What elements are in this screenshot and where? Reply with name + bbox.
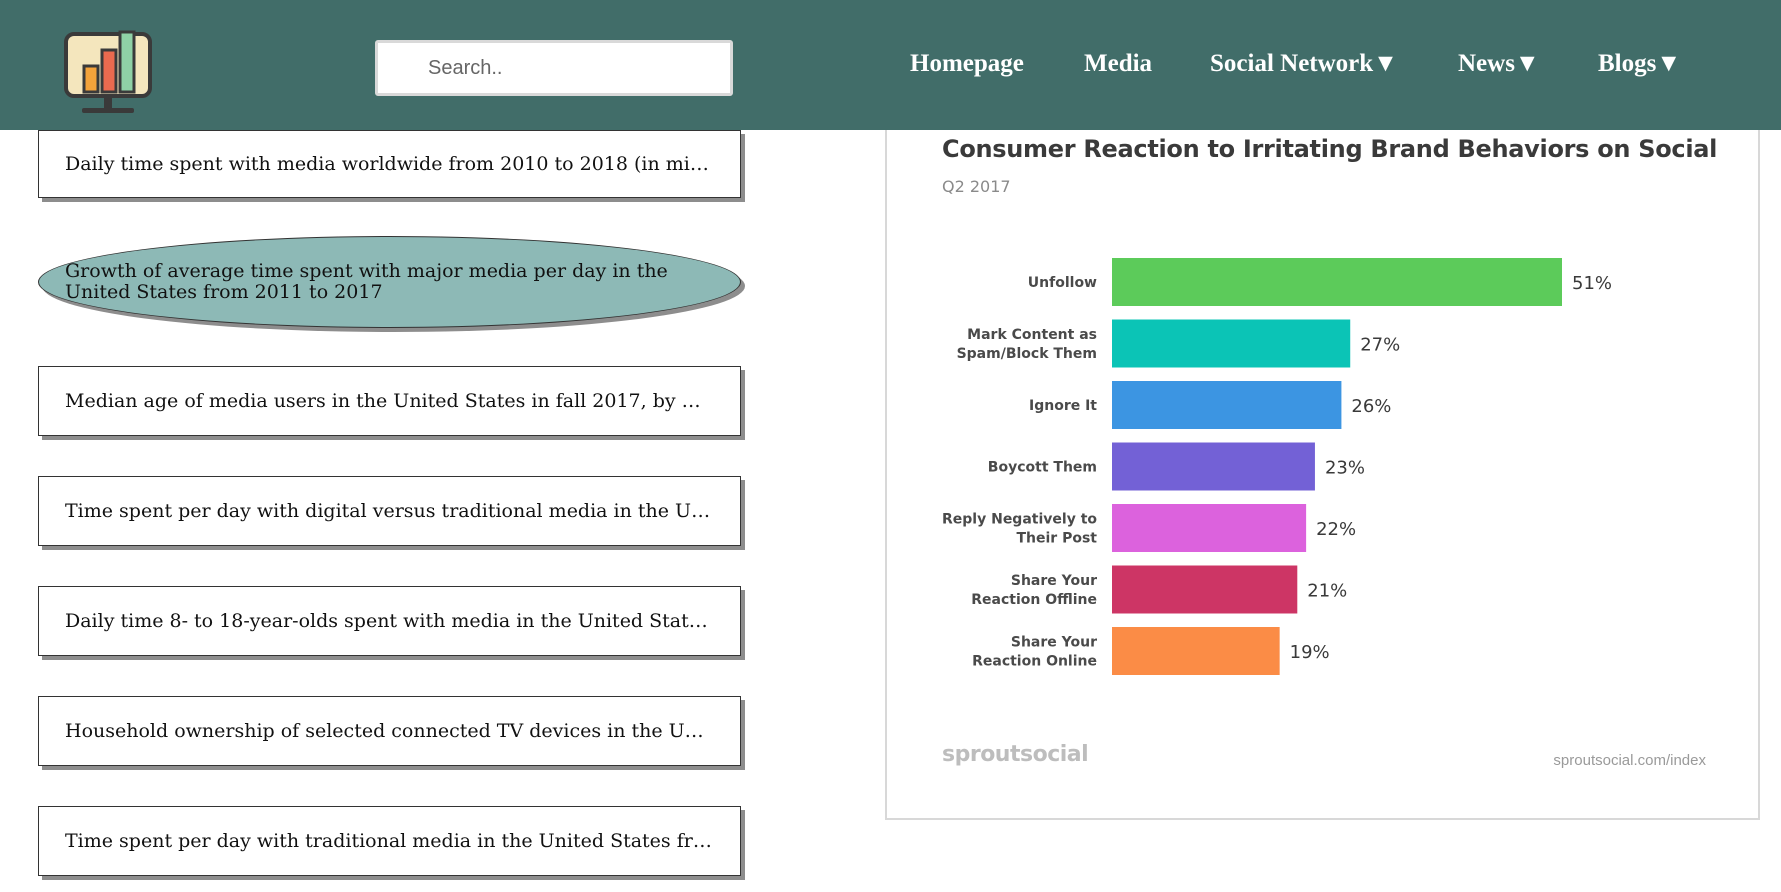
sproutsocial-logo: sproutsocial — [942, 742, 1089, 767]
value-label-5: 21% — [1307, 581, 1347, 602]
bar-6 — [1112, 627, 1280, 675]
category-label-0: Unfollow — [1028, 275, 1097, 291]
value-label-2: 26% — [1351, 396, 1391, 417]
list-item[interactable]: Time spent per day with digital versus t… — [38, 476, 741, 546]
nav-news[interactable]: News▼ — [1458, 50, 1540, 78]
bar-2 — [1112, 381, 1342, 429]
nav-social-network[interactable]: Social Network▼ — [1210, 50, 1398, 78]
bar-1 — [1112, 319, 1351, 368]
list-item-label: Daily time 8- to 18-year-olds spent with… — [65, 610, 714, 632]
nav-blogs[interactable]: Blogs▼ — [1598, 50, 1681, 78]
list-item-label: Time spent per day with traditional medi… — [65, 830, 714, 852]
value-label-0: 51% — [1572, 273, 1612, 294]
category-label-4: Reply Negatively to Their Post — [942, 512, 1097, 547]
value-label-3: 23% — [1325, 458, 1365, 479]
bar-3 — [1112, 442, 1315, 491]
category-label-1: Mark Content as Spam/Block Them — [957, 327, 1097, 362]
category-label-3: Boycott Them — [988, 460, 1097, 476]
list-item-label: Median age of media users in the United … — [65, 390, 714, 412]
list-item[interactable]: Household ownership of selected connecte… — [38, 696, 741, 766]
list-item[interactable]: Time spent per day with traditional medi… — [38, 806, 741, 876]
list-item-label: Growth of average time spent with major … — [65, 261, 668, 303]
list-item[interactable]: Daily time 8- to 18-year-olds spent with… — [38, 586, 741, 656]
bar-4 — [1112, 504, 1307, 552]
list-item[interactable]: Daily time spent with media worldwide fr… — [38, 130, 741, 198]
value-label-4: 22% — [1316, 519, 1356, 540]
list-item[interactable]: Median age of media users in the United … — [38, 366, 741, 436]
search-input[interactable] — [375, 40, 733, 96]
list-item-label: Time spent per day with digital versus t… — [65, 500, 714, 522]
list-item-active[interactable]: Growth of average time spent with major … — [38, 236, 741, 328]
list-item-label: Household ownership of selected connecte… — [65, 720, 714, 742]
nav-homepage[interactable]: Homepage — [910, 50, 1024, 78]
value-label-6: 19% — [1290, 642, 1330, 663]
category-label-6: Share Your Reaction Online — [972, 635, 1097, 670]
bar-0 — [1112, 258, 1562, 306]
category-label-2: Ignore It — [1029, 398, 1097, 414]
chart-source: sproutsocial.com/index — [1553, 752, 1706, 769]
chart-panel: Consumer Reaction to Irritating Brand Be… — [885, 130, 1760, 820]
chart-logo-icon[interactable] — [60, 26, 156, 122]
bar-5 — [1112, 565, 1298, 614]
value-label-1: 27% — [1360, 335, 1400, 356]
list-item-label: Daily time spent with media worldwide fr… — [65, 153, 714, 175]
bar-chart: 51% Unfollow 27% Mark Content as Spam/Block … — [942, 258, 1612, 675]
nav-media[interactable]: Media — [1084, 50, 1152, 78]
category-label-5: Share Your Reaction Offline — [971, 573, 1097, 608]
top-header: Homepage Media Social Network▼ News▼ Blo… — [0, 0, 1781, 130]
